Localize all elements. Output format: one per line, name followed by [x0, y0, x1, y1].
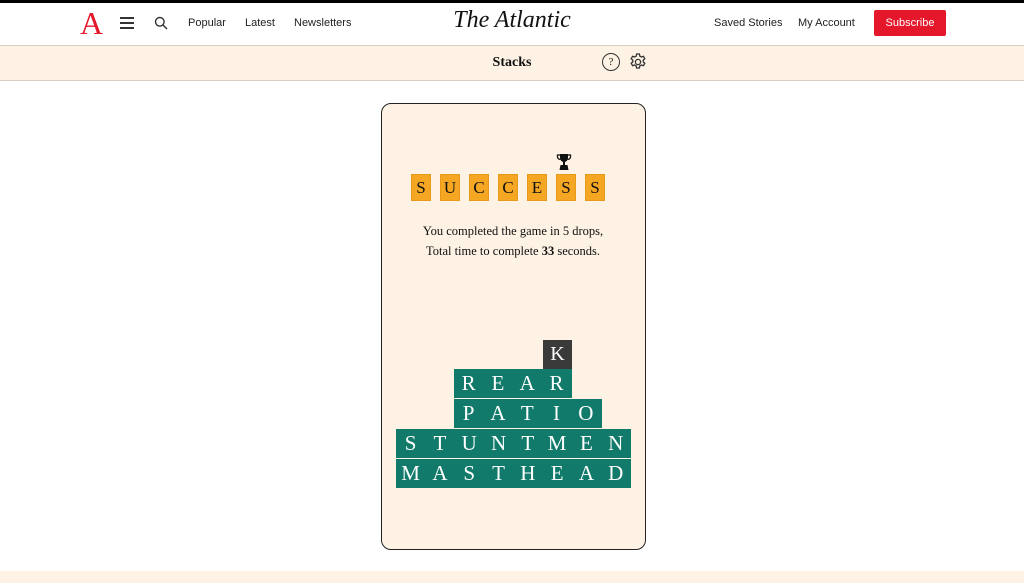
stack-word-stuntmen: STUNTMEN [396, 429, 631, 458]
falling-tile: K [543, 340, 572, 369]
time-label-prefix: Total time to complete [425, 244, 539, 258]
stack-letter: O [578, 401, 594, 425]
stack-letter: E [550, 461, 564, 485]
stack-letter: R [549, 371, 564, 395]
stack-letter: R [461, 371, 476, 395]
success-tile: S [411, 174, 431, 201]
result-message-line1: You completed the game in 5 drops, [422, 224, 604, 238]
stack-letter: U [461, 431, 477, 455]
stack-letter: T [492, 461, 505, 485]
stack-letter: P [462, 401, 475, 425]
game-card: S U C C E S S You completed the game in … [381, 103, 646, 550]
time-seconds-value: 33 [541, 244, 555, 258]
result-message-line2: Total time to complete 33 seconds. [382, 244, 644, 259]
subscribe-button[interactable]: Subscribe [874, 10, 946, 36]
game-subheader: Stacks ? [0, 45, 1024, 81]
footer-strip [0, 571, 1024, 583]
stack-letter: T [521, 431, 535, 455]
stack-letter: A [519, 371, 535, 395]
nav-link-newsletters[interactable]: Newsletters [294, 17, 351, 29]
help-icon[interactable]: ? [602, 53, 620, 71]
stack-letter: E [580, 431, 593, 455]
game-title: Stacks [492, 55, 532, 70]
stack-letter: A [578, 461, 595, 485]
stack-letter: A [432, 461, 448, 485]
saved-stories-link[interactable]: Saved Stories [714, 17, 782, 29]
trophy-icon [556, 154, 572, 170]
stack-letter: M [547, 431, 567, 455]
stack-letter: S [404, 431, 417, 455]
gear-icon[interactable] [628, 52, 648, 72]
stack-word-masthead: MASTHEAD [396, 459, 631, 488]
stack-letter: E [491, 371, 505, 395]
success-tile: E [527, 174, 547, 201]
nav-link-latest[interactable]: Latest [245, 17, 275, 29]
stack-letter: A [490, 401, 506, 425]
my-account-link[interactable]: My Account [798, 17, 855, 29]
success-tile: C [498, 174, 518, 201]
menu-icon[interactable] [120, 17, 134, 29]
stack-letter: T [433, 431, 447, 455]
stack-word-patio: PATIO [454, 399, 602, 428]
stack-letter: I [553, 401, 561, 425]
stack-letter: S [463, 461, 476, 485]
stack-letter: D [608, 461, 624, 485]
success-tile: C [469, 174, 489, 201]
stack-word-rear: REAR [454, 369, 572, 398]
atlantic-logo[interactable]: A [80, 7, 103, 39]
stack-letter: N [608, 431, 624, 455]
stack-letter: H [520, 461, 536, 485]
nav-link-popular[interactable]: Popular [188, 17, 226, 29]
stack-letter: T [520, 401, 534, 425]
success-tile: U [440, 174, 460, 201]
time-label-suffix: seconds. [557, 244, 601, 258]
site-header: A Popular Latest Newsletters The Atlanti… [0, 3, 1024, 45]
stack-letter: M [401, 461, 420, 485]
search-icon[interactable] [154, 16, 168, 30]
success-tile: S [556, 174, 576, 201]
success-tile: S [585, 174, 605, 201]
stack-letter: N [490, 431, 507, 455]
